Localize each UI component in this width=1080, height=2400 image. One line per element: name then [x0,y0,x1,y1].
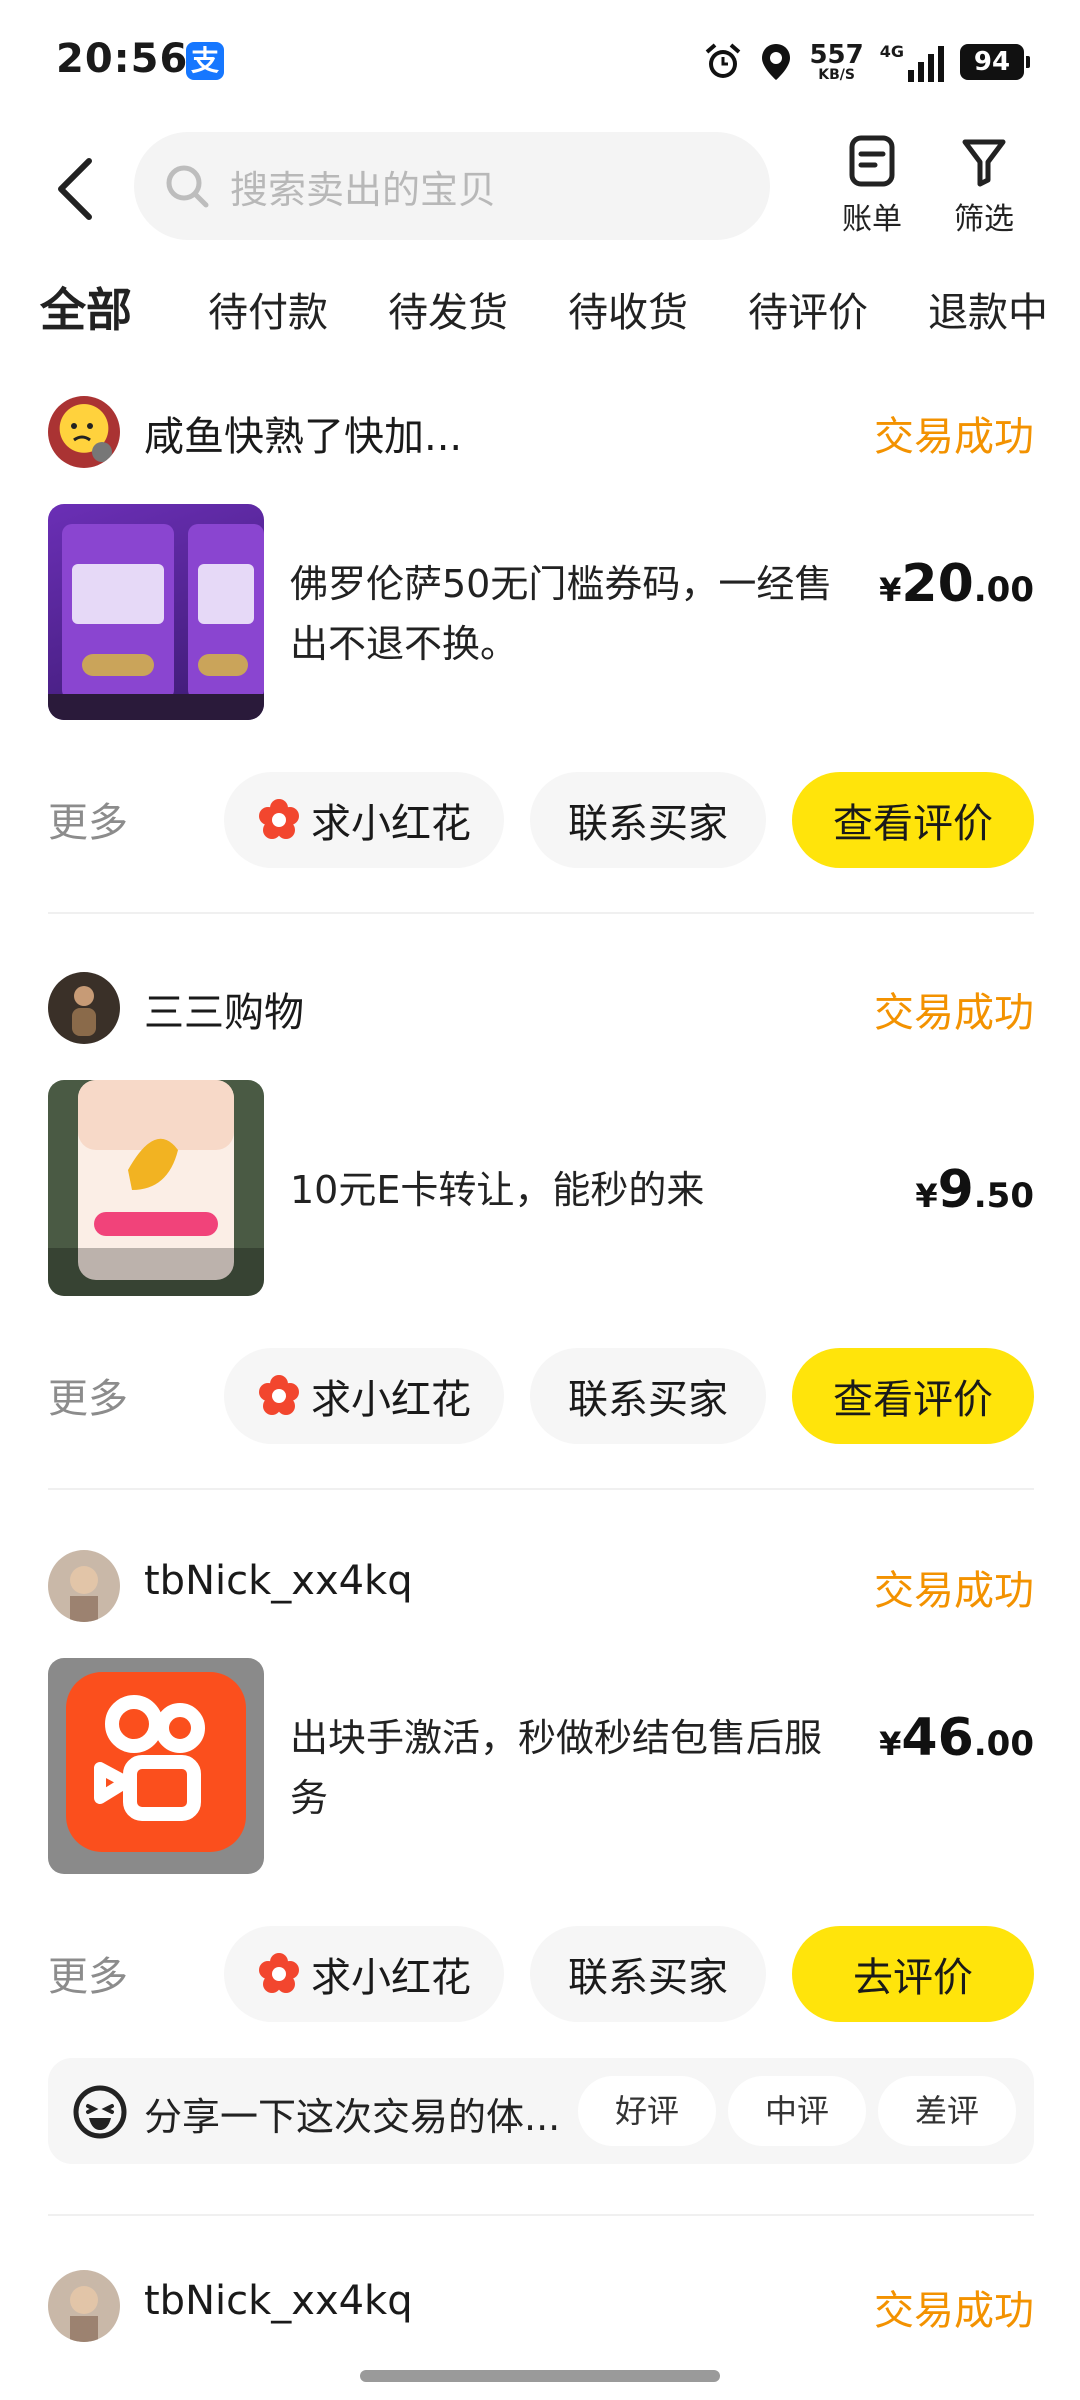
avatar-person-icon [70,2286,98,2342]
buyer-avatar[interactable] [48,1550,120,1622]
buyer-avatar[interactable] [48,396,120,468]
product-thumbnail-icon [48,524,264,720]
order-card[interactable]: tbNick_xx4kq 交易成功 出块手激活，秒做秒结包售后服务 ¥46.00… [48,1546,1034,2216]
red-flower-icon [259,1375,299,1415]
clock: 20:56 [56,36,189,82]
tab-pending-payment[interactable]: 待付款 [208,280,328,338]
product-image[interactable] [48,1080,264,1296]
tab-pending-receipt[interactable]: 待收货 [568,280,688,338]
contact-buyer-button[interactable]: 联系买家 [530,772,766,868]
flower-request-button[interactable]: 求小红花 [224,1348,504,1444]
more-button[interactable]: 更多 [48,1944,128,2002]
order-tabs: 全部 待付款 待发货 待收货 待评价 退款中 [0,262,1080,362]
location-icon [762,44,791,80]
avatar-face-icon [71,423,112,462]
share-prompt-text: 分享一下这次交易的体... [144,2095,561,2139]
flower-request-button[interactable]: 求小红花 [224,772,504,868]
kuaishou-app-icon [66,1672,246,1852]
more-button[interactable]: 更多 [48,790,128,848]
share-experience-panel: 分享一下这次交易的体... 好评 中评 差评 [48,2058,1034,2164]
go-review-button[interactable]: 去评价 [792,1926,1034,2022]
product-title[interactable]: 10元E卡转让，能秒的来 [290,1160,850,1220]
buyer-name[interactable]: tbNick_xx4kq [144,2278,413,2324]
avatar-person-icon [70,1566,98,1622]
product-image[interactable] [48,504,264,720]
buyer-avatar[interactable] [48,2270,120,2342]
filter-label: 筛选 [954,202,1014,237]
view-review-button[interactable]: 查看评价 [792,1348,1034,1444]
filter-button[interactable]: 筛选 [936,134,1032,238]
back-button[interactable] [40,154,110,224]
red-flower-icon [259,1953,299,1993]
network-speed: 557 KB/S [809,40,864,83]
signal-bars-icon [908,46,944,82]
avatar-person-icon [72,986,96,1036]
buyer-avatar[interactable] [48,972,120,1044]
product-thumbnail-icon [48,1080,264,1296]
alarm-icon [706,43,741,78]
order-card[interactable]: 咸鱼快熟了快加... 交易成功 佛罗伦萨50无门槛券码，一经售出不退不换。 ¥2… [48,392,1034,914]
view-review-button[interactable]: 查看评价 [792,772,1034,868]
product-price: ¥46.00 [879,1708,1034,1768]
home-indicator[interactable] [360,2370,720,2382]
divider [48,912,1034,914]
buyer-name[interactable]: 三三购物 [144,980,304,1038]
good-rating-button[interactable]: 好评 [578,2076,716,2146]
bad-rating-button[interactable]: 差评 [878,2076,1016,2146]
order-status: 交易成功 [874,990,1034,1036]
status-bar: 20:56 支 557 KB/S 4G 94 [0,0,1080,120]
search-placeholder: 搜索卖出的宝贝 [230,167,497,212]
tab-refunding[interactable]: 退款中 [928,280,1048,338]
tab-all[interactable]: 全部 [34,274,136,340]
alipay-notification-icon: 支 [186,42,224,80]
signal-indicator: 4G [880,42,944,82]
order-status: 交易成功 [874,1568,1034,1614]
filter-icon [962,139,1006,187]
divider [48,2214,1034,2216]
order-card[interactable]: 三三购物 交易成功 10元E卡转让，能秒的来 ¥9.50 更多 求小红花 联系买… [48,968,1034,1490]
status-icons: 557 KB/S 4G 94 [703,38,1030,86]
bill-button[interactable]: 账单 [824,134,920,238]
order-status: 交易成功 [874,2288,1034,2334]
search-icon [166,165,209,208]
product-title[interactable]: 佛罗伦萨50无门槛券码，一经售出不退不换。 [290,554,850,674]
header: 搜索卖出的宝贝 账单 筛选 [0,120,1080,250]
product-image[interactable] [48,1658,264,1874]
search-input[interactable]: 搜索卖出的宝贝 [134,132,770,240]
buyer-name[interactable]: tbNick_xx4kq [144,1558,413,1604]
order-status: 交易成功 [874,414,1034,460]
contact-buyer-button[interactable]: 联系买家 [530,1926,766,2022]
flower-request-button[interactable]: 求小红花 [224,1926,504,2022]
battery-icon: 94 [960,44,1030,80]
tab-pending-shipment[interactable]: 待发货 [388,280,508,338]
bill-label: 账单 [842,202,902,237]
order-card[interactable]: tbNick_xx4kq 交易成功 [48,2266,1034,2366]
divider [48,1488,1034,1490]
bill-icon [849,135,895,187]
back-arrow-icon [58,158,92,220]
red-flower-icon [259,799,299,839]
network-type: 4G [879,42,904,61]
product-price: ¥9.50 [915,1160,1034,1220]
more-button[interactable]: 更多 [48,1366,128,1424]
tab-pending-review[interactable]: 待评价 [748,280,868,338]
contact-buyer-button[interactable]: 联系买家 [530,1348,766,1444]
product-title[interactable]: 出块手激活，秒做秒结包售后服务 [290,1708,850,1828]
product-price: ¥20.00 [879,554,1034,614]
buyer-name[interactable]: 咸鱼快熟了快加... [144,404,462,462]
laughing-face-icon [73,2085,127,2139]
neutral-rating-button[interactable]: 中评 [728,2076,866,2146]
